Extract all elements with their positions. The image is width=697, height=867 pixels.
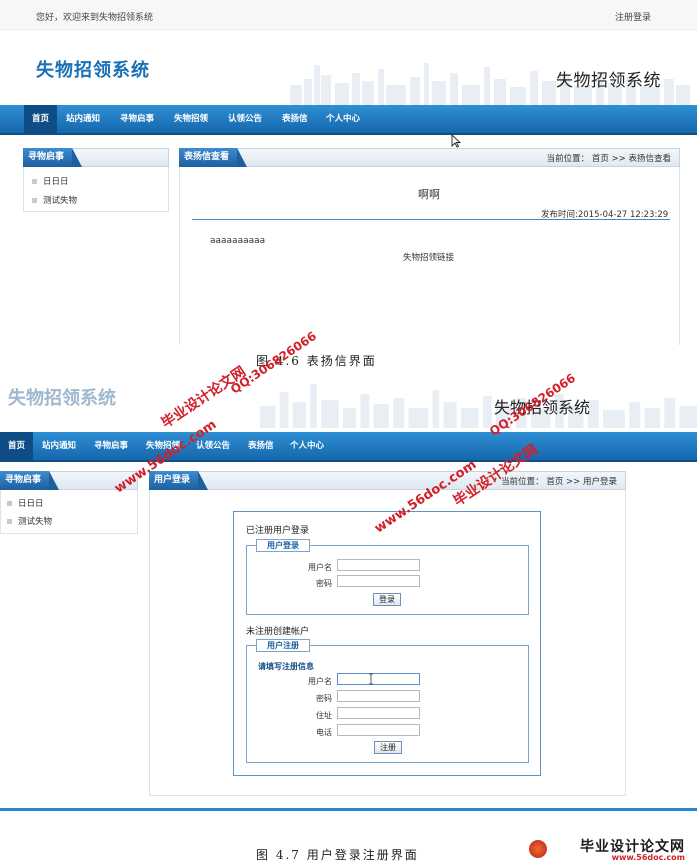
username-label: 用户名: [308, 677, 332, 686]
welcome-text: 您好，欢迎来到失物招领系统: [36, 13, 154, 23]
bullet-icon: [32, 198, 37, 203]
register-password-input[interactable]: [337, 690, 420, 702]
register-button[interactable]: 注册: [374, 741, 402, 754]
title-divider: [192, 219, 670, 220]
nav-found-items[interactable]: 失物招领: [166, 105, 216, 133]
breadcrumb: 当前位置： 首页 >> 用户登录: [501, 477, 617, 487]
address-label: 住址: [316, 711, 332, 720]
breadcrumb: 当前位置： 首页 >> 表扬信查看: [546, 154, 671, 164]
main-panel-title: 用户登录: [149, 471, 209, 490]
bullet-icon: [32, 179, 37, 184]
password-label: 密码: [316, 694, 332, 703]
sidebar-title: 寻物启事: [23, 148, 83, 167]
username-label: 用户名: [308, 563, 332, 572]
main-panel-header: 用户登录 当前位置： 首页 >> 用户登录: [149, 471, 626, 490]
nav-lost-notice[interactable]: 寻物启事: [86, 432, 136, 460]
nav-lost-notice[interactable]: 寻物启事: [112, 105, 162, 133]
sidebar-item[interactable]: 测试失物: [7, 515, 52, 527]
login-legend: 用户登录: [256, 539, 310, 552]
nav-home[interactable]: 首页: [0, 432, 34, 460]
article-title: 啊啊: [418, 188, 440, 201]
site-banner-title: 失物招领系统: [556, 71, 661, 91]
login-section-title: 已注册用户登录: [246, 526, 310, 536]
sidebar-list: 日日日 测试失物: [23, 167, 169, 212]
nav-claim-notice[interactable]: 认领公告: [220, 105, 270, 133]
sidebar-list: 日日日 测试失物: [0, 490, 138, 534]
login-password-input[interactable]: [337, 575, 420, 587]
article-content: aaaaaaaaaa: [210, 236, 266, 246]
nav-site-notice[interactable]: 站内通知: [58, 105, 108, 133]
main-panel-title: 表扬信查看: [179, 148, 248, 167]
sidebar-item[interactable]: 日日日: [7, 497, 44, 509]
sidebar-header: 寻物启事: [23, 148, 169, 167]
site-logo: 失物招领系统: [36, 60, 150, 81]
sidebar-item[interactable]: 日日日: [32, 175, 69, 187]
register-login-link[interactable]: 注册登录: [615, 10, 651, 23]
site-header: 失物招领系统 失物招领系统: [0, 30, 697, 105]
nav-home[interactable]: 首页: [24, 105, 58, 133]
login-username-input[interactable]: [337, 559, 420, 571]
footer-brand-logo: 毕业设计论文网 www.56doc.com: [529, 836, 689, 864]
nav-user-center[interactable]: 个人中心: [282, 432, 332, 460]
sidebar-title: 寻物启事: [0, 471, 60, 490]
nav-praise-letter[interactable]: 表扬信: [240, 432, 282, 460]
register-legend: 用户注册: [256, 639, 310, 652]
screenshot-praise-letter: 您好，欢迎来到失物招领系统 注册登录 失物招领系统 失物招领系统 首页 站内通知…: [0, 0, 697, 345]
bullet-icon: [7, 501, 12, 506]
register-address-input[interactable]: [337, 707, 420, 719]
lost-found-link[interactable]: 失物招领链接: [403, 251, 454, 263]
password-label: 密码: [316, 579, 332, 588]
register-hint: 请填写注册信息: [258, 662, 314, 671]
bullet-icon: [7, 519, 12, 524]
top-bar: 您好，欢迎来到失物招领系统 注册登录: [0, 0, 697, 30]
nav-user-center[interactable]: 个人中心: [318, 105, 368, 133]
main-panel-header: 表扬信查看 当前位置： 首页 >> 表扬信查看: [179, 148, 680, 167]
register-section-title: 未注册创建帐户: [246, 627, 310, 637]
text-cursor-icon: [369, 673, 373, 685]
sidebar-item[interactable]: 测试失物: [32, 194, 77, 206]
register-phone-input[interactable]: [337, 724, 420, 736]
footer-brand-url: www.56doc.com: [611, 853, 685, 862]
figure-caption-4-7: 图 4.7 用户登录注册界面: [256, 848, 419, 862]
nav-site-notice[interactable]: 站内通知: [34, 432, 84, 460]
auth-frame: 已注册用户登录 用户登录 用户名 密码 登录 未注册创建帐户 用户注册 请填写注…: [233, 511, 541, 776]
register-username-input[interactable]: [337, 673, 420, 685]
main-nav: 首页 站内通知 寻物启事 失物招领 认领公告 表扬信 个人中心: [0, 432, 697, 462]
site-logo: 失物招领系统: [8, 388, 116, 409]
mouse-cursor-icon: [451, 134, 461, 148]
brand-badge-icon: [529, 840, 547, 858]
page-bottom-bar: [0, 808, 697, 811]
nav-praise-letter[interactable]: 表扬信: [274, 105, 316, 133]
main-nav: 首页 站内通知 寻物启事 失物招领 认领公告 表扬信 个人中心: [0, 105, 697, 135]
login-button[interactable]: 登录: [373, 593, 401, 606]
city-skyline-image: [260, 384, 697, 428]
phone-label: 电话: [316, 728, 332, 737]
screenshot-login-register: 失物招领系统 失物招领系统 首页 站内通知 寻物启事 失物招领 认领公告 表扬信…: [0, 372, 697, 812]
